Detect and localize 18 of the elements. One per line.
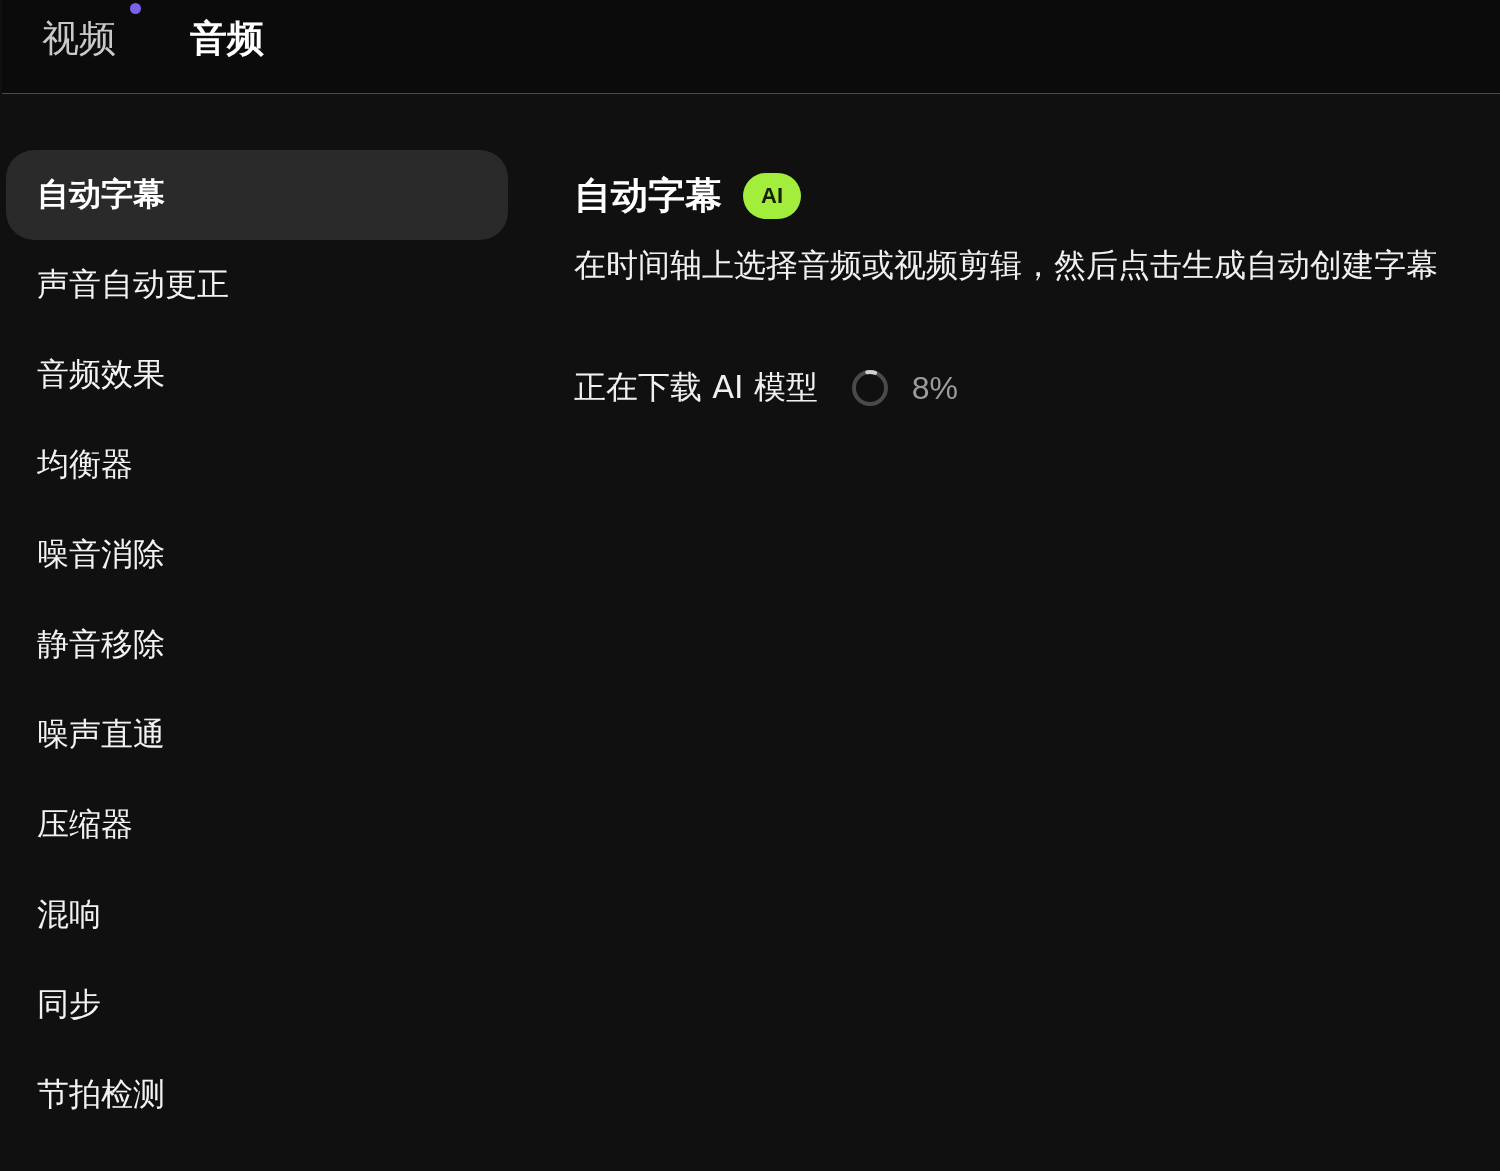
sidebar-item[interactable]: 自动字幕: [6, 150, 508, 240]
sidebar-item[interactable]: 同步: [6, 960, 508, 1050]
sidebar-item[interactable]: 压缩器: [6, 780, 508, 870]
progress-percent: 8%: [911, 369, 958, 407]
tab[interactable]: 音频: [190, 16, 264, 62]
section-title: 自动字幕: [574, 173, 722, 219]
sidebar-item[interactable]: 静音移除: [6, 600, 508, 690]
sidebar-item[interactable]: 声音自动更正: [6, 240, 508, 330]
sidebar-item[interactable]: 音频效果: [6, 330, 508, 420]
sidebar-item[interactable]: 噪音消除: [6, 510, 508, 600]
sidebar-item[interactable]: 混响: [6, 870, 508, 960]
description-text: 在时间轴上选择音频或视频剪辑，然后点击生成自动创建字幕: [574, 245, 1438, 286]
tab[interactable]: 视频: [42, 16, 116, 62]
download-status-text: 正在下载 AI 模型: [574, 367, 818, 408]
sidebar-item[interactable]: 节拍检测: [6, 1050, 508, 1140]
sidebar-item[interactable]: 噪声直通: [6, 690, 508, 780]
sidebar-item[interactable]: 均衡器: [6, 420, 508, 510]
ai-badge: AI: [743, 173, 801, 219]
